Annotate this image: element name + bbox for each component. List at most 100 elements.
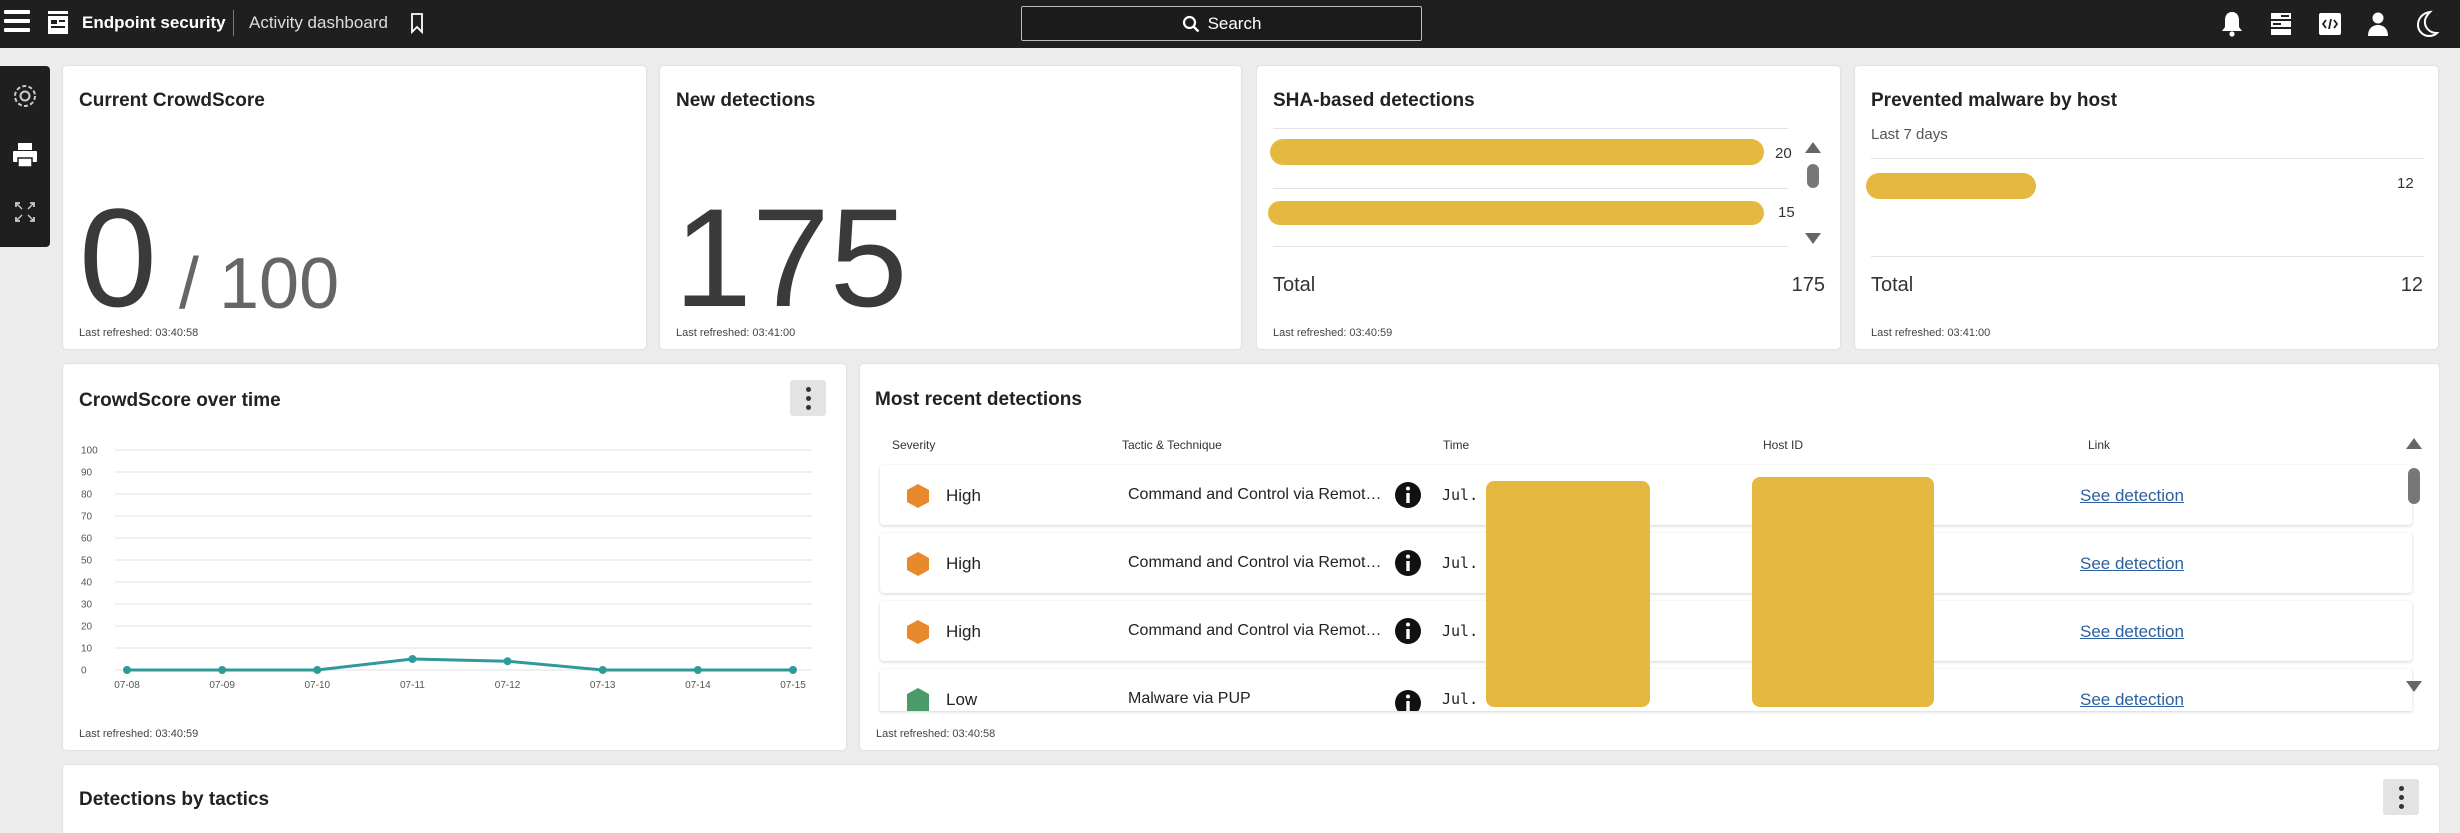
settings-gear-icon[interactable] [8, 79, 42, 113]
more-options-button[interactable] [2383, 779, 2419, 815]
title-divider [233, 10, 234, 36]
scroll-up-arrow-icon[interactable] [1805, 142, 1821, 153]
x-tick-label: 07-11 [400, 680, 425, 691]
search-label: Search [1207, 13, 1262, 33]
bar-divider [1273, 246, 1788, 247]
high-severity-icon [907, 484, 929, 508]
bar-divider [1273, 188, 1788, 189]
current-crowdscore-panel: Current CrowdScore 0 / 100 Last refreshe… [63, 66, 646, 349]
y-tick-label: 40 [81, 578, 93, 589]
column-header-host-id[interactable]: Host ID [1763, 438, 1803, 452]
column-header-severity[interactable]: Severity [892, 438, 935, 452]
x-tick-label: 07-12 [495, 680, 521, 691]
y-tick-label: 30 [81, 600, 93, 611]
malware-bar-1[interactable] [1866, 173, 2036, 199]
bar-divider [1871, 256, 2424, 257]
developer-tools-icon[interactable] [2316, 9, 2344, 39]
x-tick-label: 07-15 [780, 680, 806, 691]
search-bar[interactable]: Search [1021, 6, 1422, 41]
see-detection-link[interactable]: See detection [2080, 486, 2184, 506]
crowdscore-over-time-panel: CrowdScore over time 0 10 20 30 40 50 60 70 80 90… [63, 364, 846, 750]
column-header-tactic[interactable]: Tactic & Technique [1122, 438, 1222, 452]
app-title: Endpoint security [82, 13, 226, 32]
sha-bar-1[interactable] [1270, 139, 1764, 165]
detection-time: Jul. [1442, 690, 1479, 708]
panel-title: Detections by tactics [79, 789, 270, 810]
severity-label: High [946, 486, 981, 505]
bar-divider [1871, 158, 2424, 159]
info-icon[interactable] [1394, 617, 1422, 645]
see-detection-link[interactable]: See detection [2080, 554, 2184, 574]
scroll-down-arrow-icon[interactable] [2406, 681, 2422, 692]
panel-subtitle: Last 7 days [1871, 126, 1948, 143]
crowdscore-max: / 100 [179, 244, 340, 324]
y-tick-label: 10 [81, 644, 93, 655]
bar-divider [1273, 128, 1788, 129]
endpoint-app-icon [48, 11, 68, 34]
panel-title: SHA-based detections [1273, 90, 1475, 111]
x-tick-label: 07-08 [114, 680, 140, 691]
data-point[interactable] [789, 666, 797, 674]
page-title: Activity dashboard [249, 13, 388, 32]
user-icon[interactable] [2364, 9, 2392, 39]
scroll-up-arrow-icon[interactable] [2406, 438, 2422, 449]
severity-label: Low [946, 690, 978, 709]
bookmark-icon[interactable] [410, 12, 424, 34]
data-point[interactable] [123, 666, 131, 674]
data-point[interactable] [408, 655, 417, 663]
total-label: Total [1273, 274, 1316, 296]
panel-title: New detections [676, 90, 816, 111]
last-refreshed: Last refreshed: 03:40:58 [79, 327, 199, 339]
y-tick-label: 70 [81, 512, 93, 523]
most-recent-detections-panel: Most recent detections Severity Tactic &… [860, 364, 2439, 750]
print-icon[interactable] [8, 138, 42, 172]
data-point[interactable] [218, 666, 227, 674]
sha-bar-2[interactable] [1268, 201, 1764, 225]
scrollbar-thumb[interactable] [2408, 468, 2420, 504]
sha-bar-2-value: 15 [1778, 204, 1795, 221]
y-tick-label: 50 [81, 556, 93, 567]
panel-title: Current CrowdScore [79, 90, 265, 111]
bell-icon[interactable] [2218, 9, 2246, 39]
crowdscore-line-chart: 0 10 20 30 40 50 60 70 80 90 100 07-08 07-09 07-10 07-… [81, 446, 812, 691]
high-severity-icon [907, 620, 929, 644]
last-refreshed: Last refreshed: 03:41:00 [1871, 327, 1991, 339]
scroll-down-arrow-icon[interactable] [1805, 233, 1821, 244]
info-icon[interactable] [1394, 689, 1422, 711]
info-icon[interactable] [1394, 549, 1422, 577]
y-tick-label: 20 [81, 622, 93, 633]
search-icon [1182, 15, 1199, 32]
column-header-link[interactable]: Link [2088, 438, 2110, 452]
x-tick-label: 07-10 [304, 680, 330, 691]
tactic-technique: Command and Control via Remot… [1128, 486, 1382, 503]
hamburger-menu-icon[interactable] [4, 10, 30, 36]
severity-label: High [946, 554, 981, 573]
dark-mode-moon-icon[interactable] [2412, 9, 2440, 39]
data-point[interactable] [693, 666, 702, 674]
info-icon[interactable] [1394, 481, 1422, 509]
queue-icon[interactable] [2267, 9, 2295, 39]
top-bar: Endpoint security Activity dashboard Sea… [0, 0, 2460, 48]
data-point[interactable] [598, 666, 607, 674]
scrollbar-thumb[interactable] [1807, 164, 1819, 188]
last-refreshed: Last refreshed: 03:40:58 [876, 728, 996, 740]
data-point[interactable] [503, 657, 512, 666]
y-tick-label: 80 [81, 490, 93, 501]
prevented-malware-panel: Prevented malware by host Last 7 days 12… [1855, 66, 2438, 349]
panel-title: Most recent detections [875, 389, 1082, 410]
x-tick-label: 07-13 [590, 680, 616, 691]
crowdscore-value: 0 [79, 179, 157, 336]
severity-label: High [946, 622, 981, 641]
see-detection-link[interactable]: See detection [2080, 690, 2184, 710]
data-point[interactable] [313, 666, 322, 674]
last-refreshed: Last refreshed: 03:41:00 [676, 327, 796, 339]
malware-bar-1-value: 12 [2397, 175, 2414, 192]
column-header-time[interactable]: Time [1443, 438, 1469, 452]
left-tool-rail [0, 66, 50, 247]
total-value: 175 [1791, 274, 1825, 296]
detection-time: Jul. [1442, 486, 1479, 504]
low-severity-icon [907, 688, 929, 711]
fullscreen-expand-icon[interactable] [8, 195, 42, 229]
detection-time: Jul. [1442, 622, 1479, 640]
see-detection-link[interactable]: See detection [2080, 622, 2184, 642]
